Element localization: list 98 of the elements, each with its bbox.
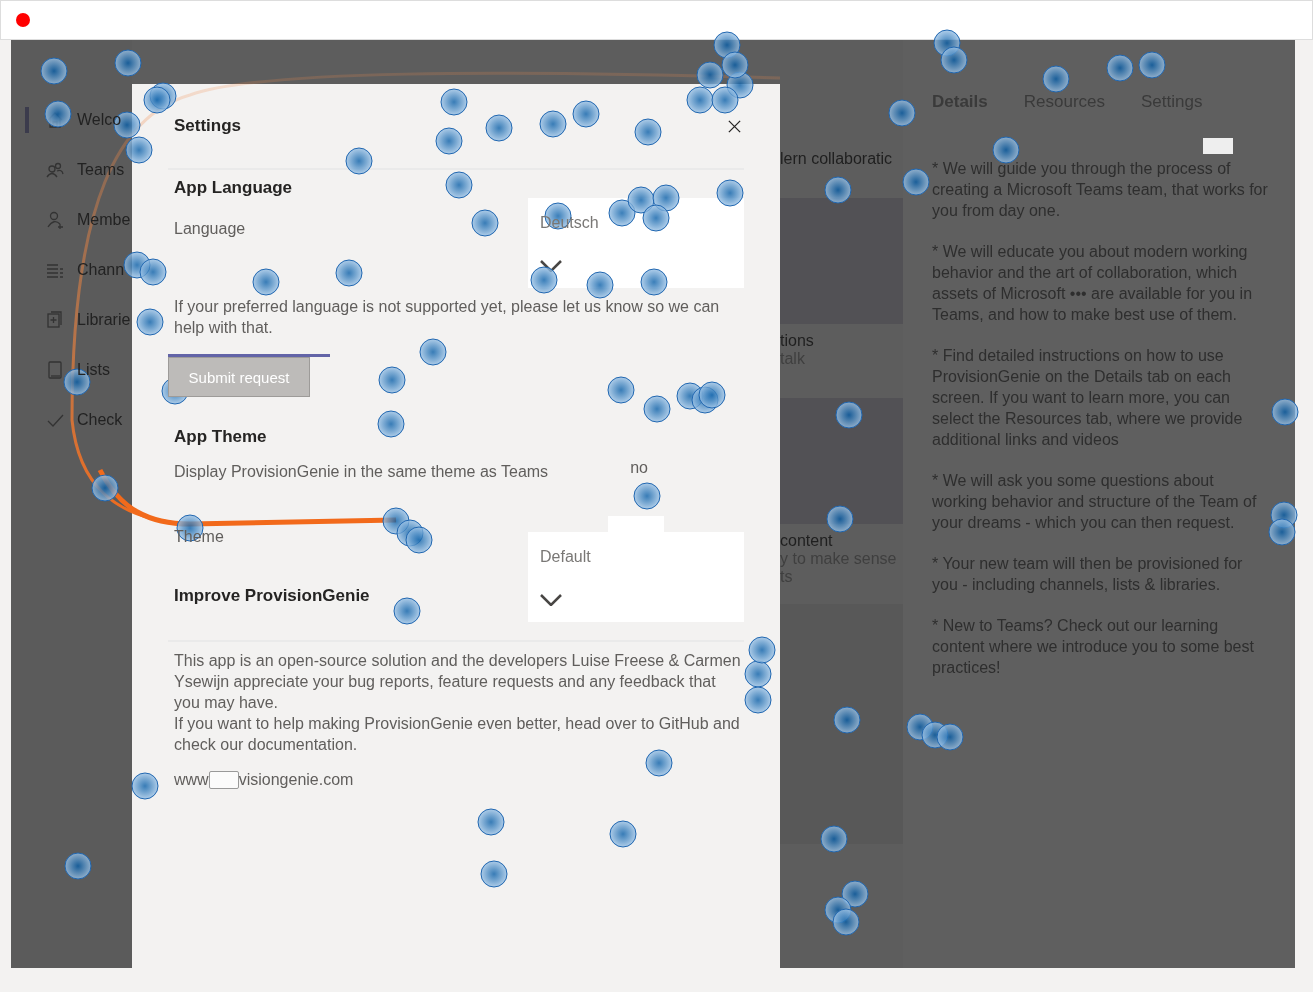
- heatmap-dot-overlay: [645, 749, 673, 777]
- heatmap-dot-overlay: [888, 99, 916, 127]
- link-text[interactable]: www: [174, 769, 209, 790]
- heatmap-dot-overlay: [40, 57, 68, 85]
- language-help-text: If your preferred language is not supported yet, please let us know so we can help with that.: [174, 297, 721, 338]
- heatmap-dot-overlay: [1268, 518, 1296, 546]
- heatmap-dot-overlay: [992, 136, 1020, 164]
- section-heading: App Theme: [173, 427, 267, 447]
- heatmap-dot-overlay: [44, 100, 72, 128]
- heatmap-dot-overlay: [405, 526, 433, 554]
- heatmap-dot-overlay: [686, 86, 714, 114]
- heatmap-dot-overlay: [377, 410, 405, 438]
- heatmap-dot-overlay: [1042, 65, 1070, 93]
- nav-item[interactable]: Librarie: [11, 295, 132, 345]
- heatmap-dot-overlay: [586, 271, 614, 299]
- heatmap-dot-overlay: [841, 880, 869, 908]
- heatmap-dot-overlay: [378, 366, 406, 394]
- tablet-icon: [45, 360, 65, 380]
- heatmap-dot-overlay: [530, 266, 558, 294]
- heatmap-dot-overlay: [744, 660, 772, 688]
- heatmap-dot-overlay: [609, 820, 637, 848]
- heatmap-dot-overlay: [902, 168, 930, 196]
- heatmap-dot-overlay: [143, 86, 171, 114]
- nav-item[interactable]: Check: [11, 395, 132, 445]
- nav-item[interactable]: Lists: [11, 345, 132, 395]
- heatmap-dot-overlay: [136, 308, 164, 336]
- heatmap-dot-overlay: [445, 171, 473, 199]
- heatmap-dot-overlay: [820, 825, 848, 853]
- heatmap-dot-overlay: [131, 772, 159, 800]
- heatmap-dot-overlay: [335, 259, 363, 287]
- toggle-value: no: [630, 458, 648, 478]
- chevron-down-icon: [540, 594, 562, 606]
- redaction-box: [208, 770, 239, 789]
- heatmap-dot-overlay: [1106, 54, 1134, 82]
- heatmap-dot-overlay: [748, 636, 776, 664]
- heatmap-dot-overlay: [633, 482, 661, 510]
- heatmap-dot-overlay: [572, 100, 600, 128]
- heatmap-dot-overlay: [91, 474, 119, 502]
- section-heading: App Language: [173, 178, 293, 198]
- heatmap-dot-overlay: [419, 338, 447, 366]
- record-dot-icon: [16, 13, 30, 27]
- heatmap-dot-overlay: [716, 179, 744, 207]
- heatmap-dot-overlay: [824, 176, 852, 204]
- person-add-icon: [45, 210, 65, 230]
- heatmap-dot-overlay: [833, 706, 861, 734]
- chevron-down-icon: [540, 260, 562, 272]
- close-icon[interactable]: [727, 118, 742, 134]
- heatmap-dot-overlay: [643, 395, 671, 423]
- heatmap-dot-overlay: [940, 46, 968, 74]
- small-rectangle: [1203, 138, 1233, 154]
- language-label: Language: [173, 220, 246, 239]
- heatmap-dot-overlay: [64, 852, 92, 880]
- heatmap-dot-overlay: [652, 184, 680, 212]
- heatmap-dot-overlay: [139, 258, 167, 286]
- card-heading: lern collaboratic: [780, 150, 894, 168]
- heatmap-dot-overlay: [114, 49, 142, 77]
- heatmap-dot-overlay: [936, 723, 964, 751]
- library-icon: [45, 310, 65, 330]
- heatmap-dot-overlay: [1271, 398, 1299, 426]
- heatmap-dot-overlay: [440, 88, 468, 116]
- heatmap-dot-overlay: [1138, 51, 1166, 79]
- heatmap-dot-overlay: [477, 808, 505, 836]
- theme-option-label: Display ProvisionGenie in the same theme as Teams: [174, 462, 549, 482]
- heatmap-dot-overlay: [642, 204, 670, 232]
- heatmap-dot-overlay: [607, 376, 635, 404]
- heatmap-dot-overlay: [721, 51, 749, 79]
- theme-dropdown[interactable]: Default: [528, 532, 744, 622]
- paragraph: If you want to help making ProvisionGenie even better, head over to GitHub and check our documentation.: [174, 714, 741, 755]
- link-text[interactable]: visiongenie.com: [238, 769, 354, 790]
- heatmap-dot-overlay: [393, 597, 421, 625]
- heatmap-dot-overlay: [711, 86, 739, 114]
- heatmap-dot-overlay: [161, 377, 189, 405]
- people-icon: [45, 160, 65, 180]
- nav-item[interactable]: Teams: [11, 145, 132, 195]
- heatmap-dot-overlay: [627, 186, 655, 214]
- heatmap-dot-overlay: [125, 136, 153, 164]
- heatmap-dot-overlay: [485, 114, 513, 142]
- heatmap-dot-overlay: [826, 505, 854, 533]
- heatmap-dot-overlay: [345, 147, 373, 175]
- heatmap-dot-overlay: [539, 110, 567, 138]
- heatmap-dot-overlay: [252, 268, 280, 296]
- heatmap-dot-overlay: [713, 31, 741, 59]
- heatmap-dot-overlay: [480, 860, 508, 888]
- heatmap-dot-overlay: [634, 118, 662, 146]
- heatmap-dot-overlay: [696, 61, 724, 89]
- heatmap-dot-overlay: [744, 686, 772, 714]
- heatmap-dot-overlay: [471, 209, 499, 237]
- card-title: tions: [780, 332, 815, 350]
- heatmap-dot-overlay: [608, 199, 636, 227]
- dialog-title: Settings: [174, 116, 242, 136]
- heatmap-dot-overlay: [832, 908, 860, 936]
- card-title: content: [780, 532, 834, 550]
- heatmap-dot-overlay: [435, 127, 463, 155]
- heatmap-dot-overlay: [640, 268, 668, 296]
- heatmap-dot-overlay: [698, 381, 726, 409]
- section-heading: Improve ProvisionGenie: [173, 586, 370, 606]
- paragraph: This app is an open-source solution and the developers Luise Freese & Carmen Ysewijn appreciate your bug reports, feature requests and any feedback that you may have.: [174, 651, 742, 713]
- heatmap-dot-overlay: [835, 401, 863, 429]
